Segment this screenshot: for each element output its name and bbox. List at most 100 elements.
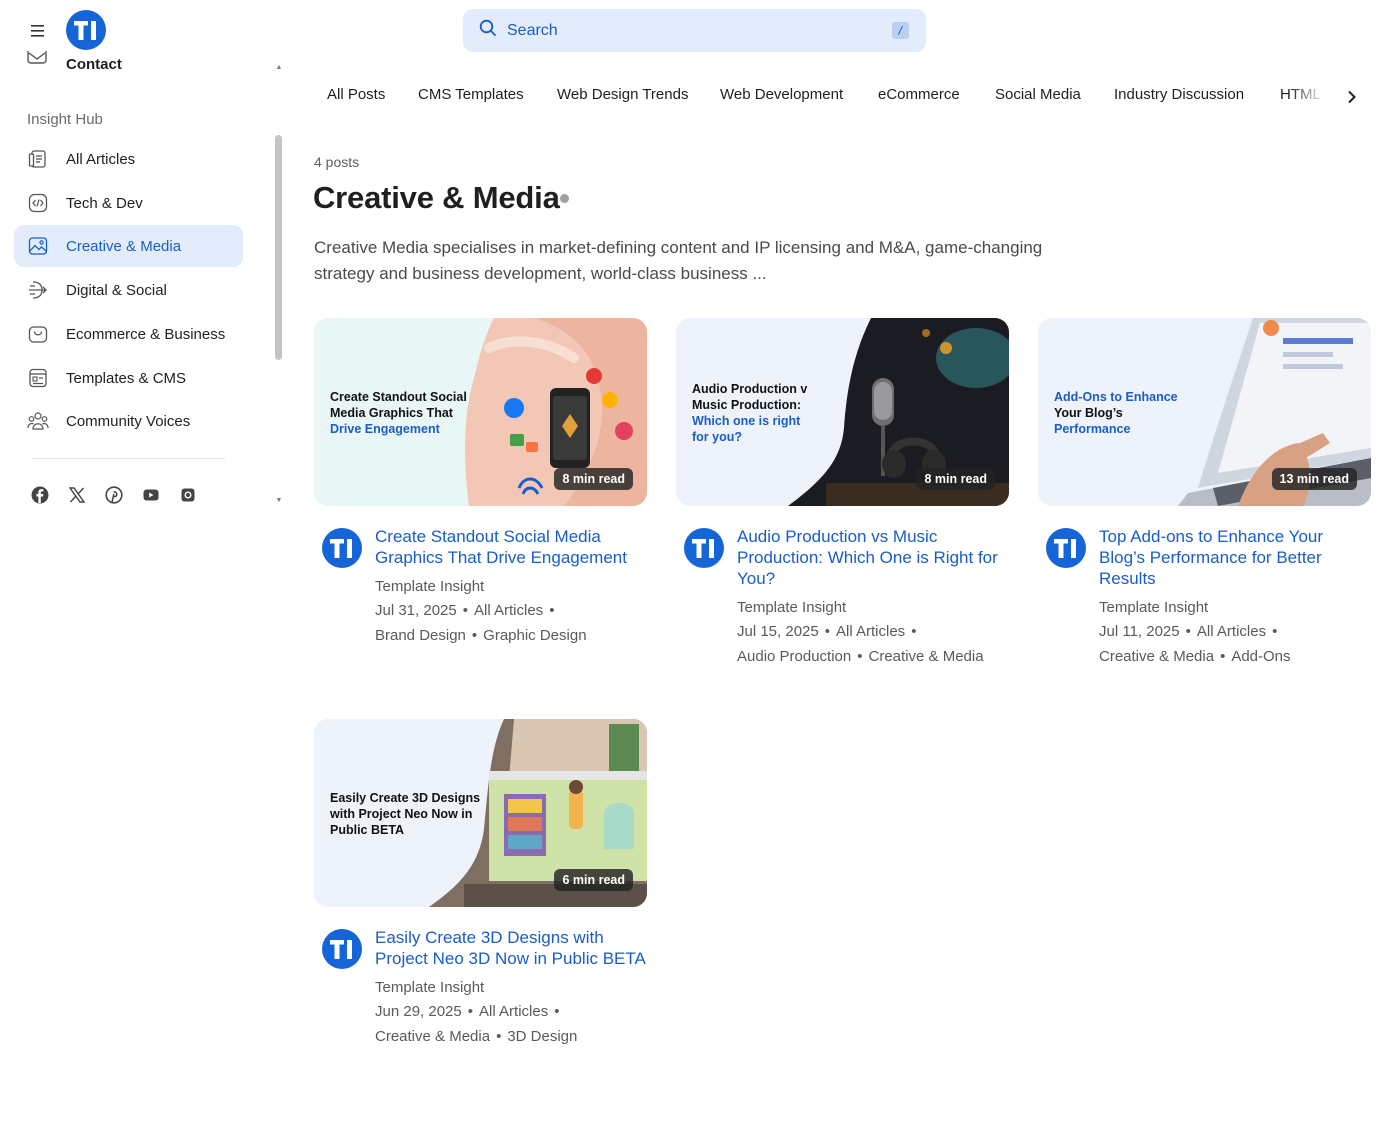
- post-author[interactable]: Template Insight: [1099, 599, 1371, 616]
- tab-all-posts[interactable]: All Posts: [327, 86, 385, 103]
- thumbnail-caption: Add-Ons to Enhance Your Blog’s Performan…: [1054, 390, 1178, 436]
- tab-ecommerce[interactable]: eCommerce: [878, 86, 960, 103]
- scroll-down-arrow-icon[interactable]: ▼: [274, 495, 284, 505]
- post-thumbnail[interactable]: Add-Ons to Enhance Your Blog’s Performan…: [1038, 318, 1371, 506]
- x-icon[interactable]: [66, 484, 88, 506]
- chevron-right-icon[interactable]: [1342, 86, 1362, 108]
- sidebar-item-all-articles[interactable]: All Articles: [14, 138, 243, 180]
- title-status-dot: [560, 194, 569, 203]
- post-tag-link[interactable]: Add-Ons: [1231, 648, 1290, 665]
- post-author[interactable]: Template Insight: [737, 599, 1009, 616]
- articles-icon: [27, 148, 49, 170]
- facebook-icon[interactable]: [29, 484, 51, 506]
- post-date: Jul 31, 2025: [375, 602, 457, 619]
- post-title-link[interactable]: Create Standout Social Media Graphics Th…: [375, 526, 647, 568]
- tabs-fade-overlay: [1290, 80, 1340, 116]
- post-tag-link[interactable]: Audio Production: [737, 648, 851, 665]
- post-category-link[interactable]: All Articles: [479, 1003, 548, 1020]
- post-card: Easily Create 3D Designs with Project Ne…: [314, 719, 647, 1046]
- tab-industry-discussion[interactable]: Industry Discussion: [1114, 86, 1244, 103]
- post-thumbnail[interactable]: Easily Create 3D Designs with Project Ne…: [314, 719, 647, 907]
- thumbnail-caption: Create Standout Social Media Graphics Th…: [330, 390, 467, 436]
- post-card: Add-Ons to Enhance Your Blog’s Performan…: [1038, 318, 1371, 666]
- mail-icon: [26, 50, 48, 78]
- instagram-icon[interactable]: [177, 484, 199, 506]
- post-tag-link[interactable]: Graphic Design: [483, 627, 586, 644]
- sidebar-divider: [32, 458, 225, 459]
- read-time-badge: 6 min read: [554, 869, 633, 891]
- scroll-up-arrow-icon[interactable]: ▲: [274, 62, 284, 72]
- category-tabs: All Posts CMS Templates Web Design Trend…: [327, 86, 1337, 110]
- post-count: 4 posts: [314, 154, 360, 170]
- read-time-badge: 8 min read: [554, 468, 633, 490]
- post-thumbnail[interactable]: Audio Production v Music Production: Whi…: [676, 318, 1009, 506]
- post-tag-link[interactable]: Creative & Media: [375, 1028, 490, 1045]
- sidebar-item-label: Creative & Media: [66, 237, 182, 255]
- post-date: Jun 29, 2025: [375, 1003, 462, 1020]
- post-meta-line: Jun 29, 2025 • All Articles •: [375, 1003, 560, 1020]
- post-tag-link[interactable]: Brand Design: [375, 627, 466, 644]
- image-icon: [27, 235, 49, 257]
- post-category-link[interactable]: All Articles: [474, 602, 543, 619]
- read-time-badge: 8 min read: [916, 468, 995, 490]
- template-icon: [27, 367, 49, 389]
- sidebar-item-ecommerce-business[interactable]: Ecommerce & Business: [14, 313, 243, 355]
- post-tags-line: Creative & Media • Add-Ons: [1099, 648, 1291, 665]
- post-thumbnail[interactable]: Create Standout Social Media Graphics Th…: [314, 318, 647, 506]
- sidebar-item-label: All Articles: [66, 150, 136, 168]
- page-title: Creative & Media: [313, 180, 560, 215]
- post-date: Jul 15, 2025: [737, 623, 819, 640]
- post-title-link[interactable]: Top Add-ons to Enhance Your Blog’s Perfo…: [1099, 526, 1371, 589]
- menu-icon[interactable]: [26, 20, 50, 42]
- author-avatar: [322, 528, 362, 568]
- post-category-link[interactable]: All Articles: [1197, 623, 1266, 640]
- post-author[interactable]: Template Insight: [375, 578, 647, 595]
- post-card: Audio Production v Music Production: Whi…: [676, 318, 1009, 666]
- pinterest-icon[interactable]: [103, 484, 125, 506]
- tab-web-design-trends[interactable]: Web Design Trends: [557, 86, 688, 103]
- post-date: Jul 11, 2025: [1099, 623, 1180, 640]
- post-tag-link[interactable]: 3D Design: [507, 1028, 577, 1045]
- tab-social-media[interactable]: Social Media: [995, 86, 1081, 103]
- page-description: Creative Media specialises in market-def…: [314, 238, 1043, 283]
- code-icon: [27, 192, 49, 214]
- sidebar-item-templates-cms[interactable]: Templates & CMS: [14, 357, 243, 399]
- search-input[interactable]: Search /: [463, 9, 926, 52]
- read-time-badge: 13 min read: [1271, 468, 1357, 490]
- post-tag-link[interactable]: Creative & Media: [869, 648, 984, 665]
- sidebar-item-contact[interactable]: Contact: [26, 50, 122, 78]
- post-title-link[interactable]: Easily Create 3D Designs with Project Ne…: [375, 927, 647, 969]
- search-shortcut-badge: /: [892, 22, 909, 39]
- post-tags-line: Creative & Media • 3D Design: [375, 1028, 578, 1045]
- tab-cms-templates[interactable]: CMS Templates: [418, 86, 524, 103]
- sidebar-item-community-voices[interactable]: Community Voices: [14, 400, 243, 442]
- sidebar: Contact Insight Hub All Articles Tech & …: [0, 50, 290, 520]
- post-tags-line: Audio Production • Creative & Media: [737, 648, 984, 665]
- site-logo[interactable]: [66, 10, 106, 50]
- thumbnail-caption: Audio Production v Music Production: Whi…: [692, 382, 808, 444]
- sidebar-item-label: Tech & Dev: [66, 194, 143, 212]
- sidebar-item-label: Digital & Social: [66, 281, 167, 299]
- sidebar-item-label: Ecommerce & Business: [66, 325, 226, 343]
- section-label: Insight Hub: [27, 111, 103, 128]
- sidebar-item-creative-media[interactable]: Creative & Media: [14, 225, 243, 267]
- post-meta-line: Jul 31, 2025 • All Articles •: [375, 602, 555, 619]
- sidebar-item-label: Templates & CMS: [66, 369, 187, 387]
- post-meta-line: Jul 15, 2025 • All Articles •: [737, 623, 917, 640]
- youtube-icon[interactable]: [140, 484, 162, 506]
- post-meta-line: Jul 11, 2025 • All Articles •: [1099, 623, 1278, 640]
- search-icon: [479, 19, 497, 42]
- post-title-link[interactable]: Audio Production vs Music Production: Wh…: [737, 526, 1009, 589]
- search-placeholder: Search: [507, 21, 558, 39]
- sidebar-item-tech-dev[interactable]: Tech & Dev: [14, 182, 243, 224]
- sidebar-item-digital-social[interactable]: Digital & Social: [14, 269, 243, 311]
- post-author[interactable]: Template Insight: [375, 979, 647, 996]
- people-icon: [27, 410, 49, 432]
- post-tag-link[interactable]: Creative & Media: [1099, 648, 1214, 665]
- tab-web-development[interactable]: Web Development: [720, 86, 843, 103]
- sidebar-scrollbar-thumb[interactable]: [275, 135, 282, 360]
- author-avatar: [1046, 528, 1086, 568]
- author-avatar: [684, 528, 724, 568]
- post-category-link[interactable]: All Articles: [836, 623, 905, 640]
- sidebar-item-label: Community Voices: [66, 412, 191, 430]
